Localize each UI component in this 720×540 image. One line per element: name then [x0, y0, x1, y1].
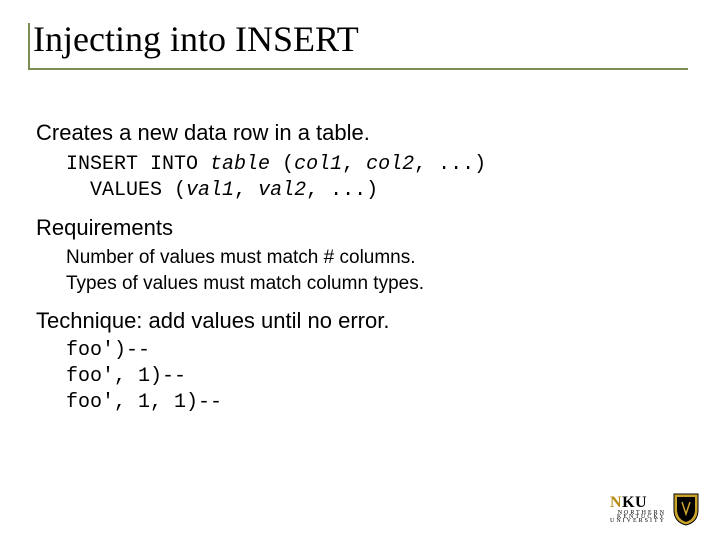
requirement-2: Types of values must match column types. — [66, 271, 676, 297]
technique-example-1: foo')-- — [66, 338, 676, 364]
nku-crest-icon — [672, 492, 700, 526]
lead-text: Creates a new data row in a table. — [36, 120, 676, 146]
nku-sub3: UNIVERSITY — [610, 518, 666, 524]
requirement-1: Number of values must match # columns. — [66, 245, 676, 271]
technique-example-2: foo', 1)-- — [66, 364, 676, 390]
title-block: Injecting into INSERT — [28, 18, 688, 74]
requirements-heading: Requirements — [36, 215, 676, 241]
nku-logo-text: NKU NORTHERN KENTUCKY UNIVERSITY — [610, 494, 666, 524]
technique-heading: Technique: add values until no error. — [36, 308, 676, 334]
technique-example-3: foo', 1, 1)-- — [66, 390, 676, 416]
footer-logo: NKU NORTHERN KENTUCKY UNIVERSITY — [610, 492, 700, 526]
nku-n: N — [610, 494, 622, 511]
slide-body: Creates a new data row in a table. INSER… — [36, 120, 676, 415]
slide-title: Injecting into INSERT — [28, 18, 688, 68]
nku-ku: KU — [622, 494, 647, 511]
sql-example: INSERT INTO table (col1, col2, ...) VALU… — [66, 152, 676, 203]
title-rule — [28, 68, 688, 74]
